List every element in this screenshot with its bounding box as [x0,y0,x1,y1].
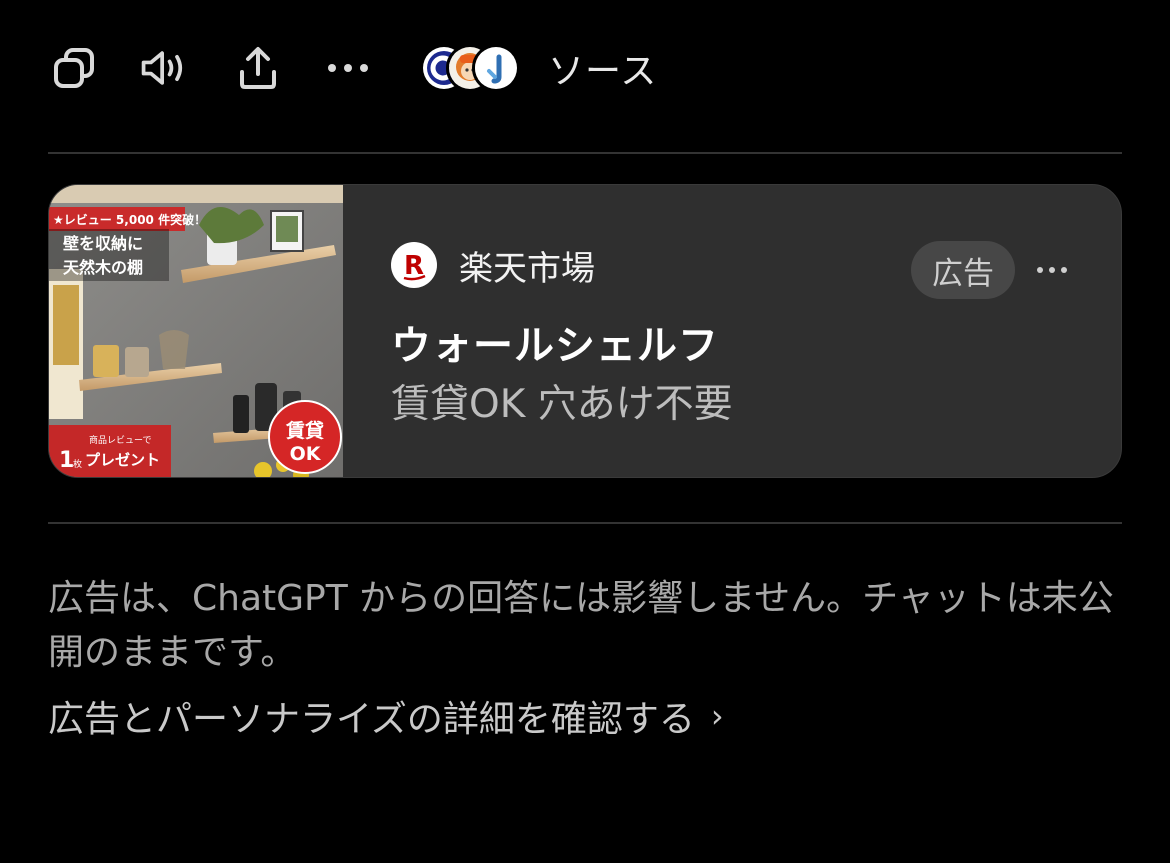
more-icon[interactable] [322,42,374,94]
ad-badge: 広告 [911,241,1015,299]
chevron-right-icon: › [710,697,724,735]
ad-image-seal-2: OK [290,443,322,465]
ad-image-headline-2: 天然木の棚 [63,258,143,277]
ad-options-icon[interactable] [1029,247,1075,293]
divider [48,522,1122,524]
ad-card[interactable]: ★レビュー 5,000 件突破！ 壁を収納に 天然木の棚 商品レビューで 1 枚… [48,184,1122,478]
sources-label: ソース [548,51,658,92]
ad-subtitle: 賃貸OK 穴あけ不要 [391,382,733,427]
ad-image-review-text: ★レビュー 5,000 件突破！ [53,212,206,227]
ad-personalization-details-link[interactable]: 広告とパーソナライズの詳細を確認する › [48,690,724,742]
ad-image-present-label: プレゼント [85,451,160,469]
rakuten-logo: R [391,242,437,288]
ad-image-seal-1: 賃貸 [285,419,324,442]
details-link-label: 広告とパーソナライズの詳細を確認する [48,699,695,740]
ad-title: ウォールシェルフ [391,323,719,369]
divider [48,152,1122,154]
sources-button[interactable]: ソース [420,40,657,96]
ad-product-image[interactable]: ★レビュー 5,000 件突破！ 壁を収納に 天然木の棚 商品レビューで 1 枚… [49,185,343,477]
advertiser-name: 楽天市場 [459,248,595,289]
ad-image-present-small: 商品レビューで [89,434,151,446]
copy-icon[interactable] [48,42,100,94]
message-action-toolbar: ソース [0,0,1170,136]
share-icon[interactable] [232,42,284,94]
advertiser-row: R 楽天市場 [391,241,595,289]
ad-image-headline-1: 壁を収納に [63,234,143,253]
ad-image-present-unit: 枚 [73,458,82,470]
source-favicon-3 [472,44,520,92]
speaker-icon[interactable] [138,42,190,94]
ad-disclaimer-text: 広告は、ChatGPT からの回答には影響しません。チャットは未公開のままです。 [48,578,1114,673]
